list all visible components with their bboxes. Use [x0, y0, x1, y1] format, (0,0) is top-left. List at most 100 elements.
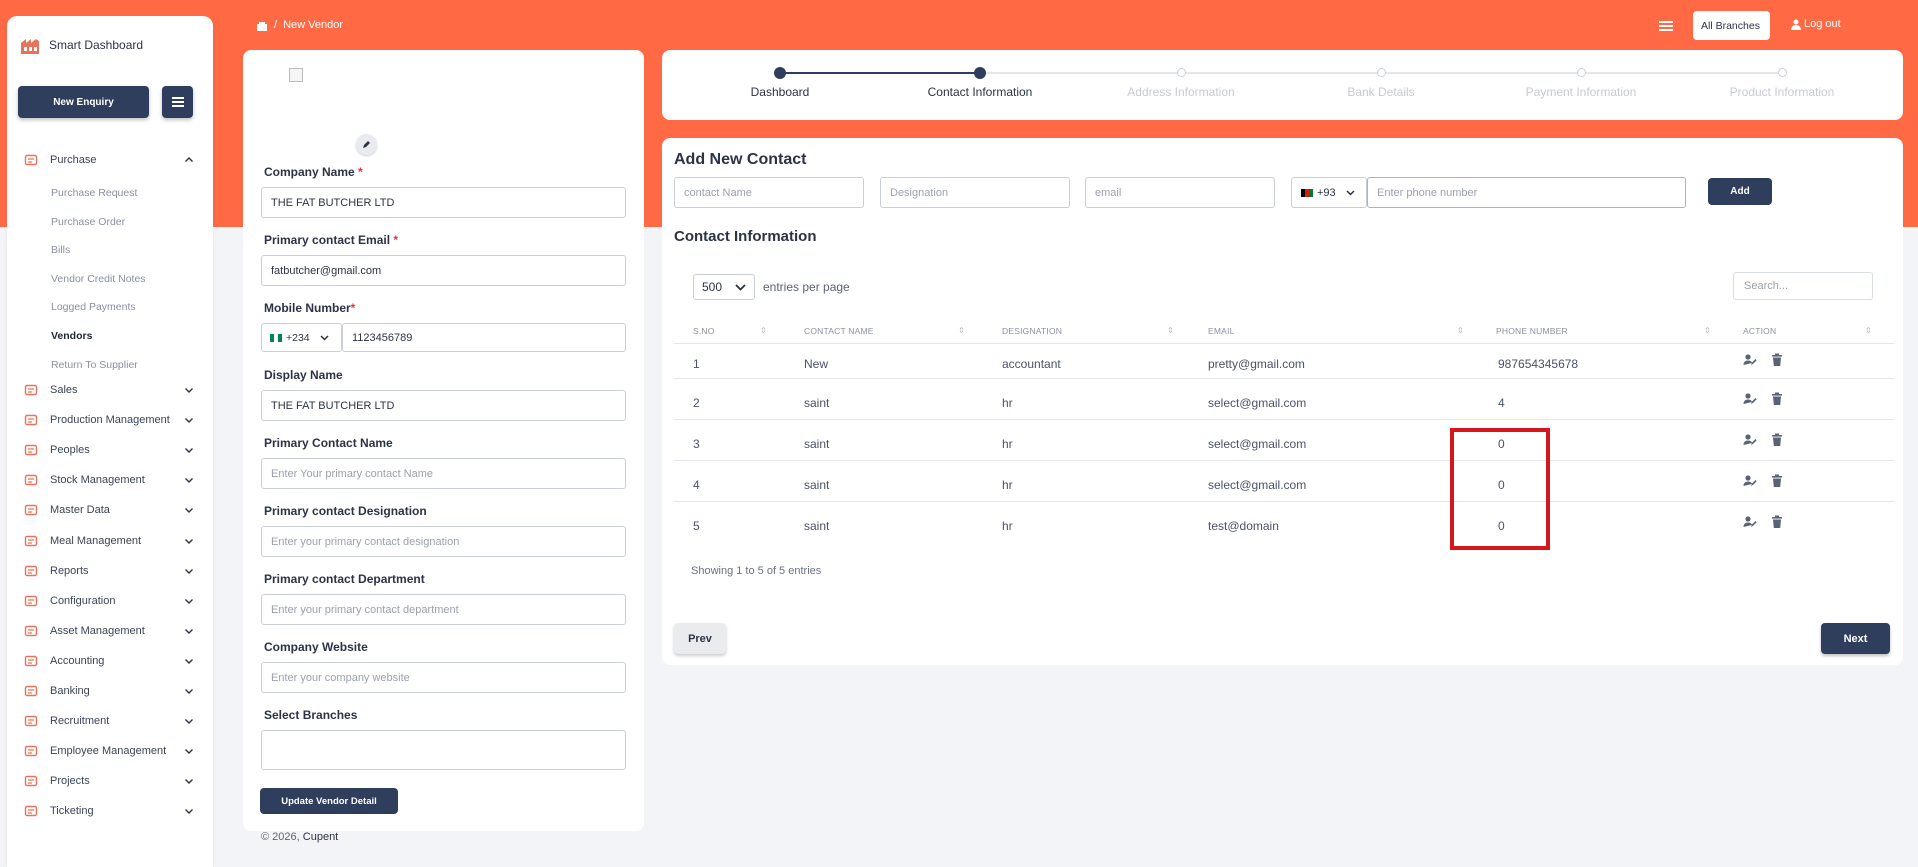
chevron-down-icon[interactable] — [184, 686, 194, 696]
company-link[interactable]: Cupent — [303, 831, 338, 843]
sidebar-subitem-logged-payments[interactable]: Logged Payments — [51, 301, 136, 313]
chevron-down-icon[interactable] — [184, 776, 194, 786]
edit-contact-icon[interactable] — [1743, 474, 1757, 488]
column-header-designation[interactable]: DESIGNATION — [1002, 326, 1062, 336]
column-header-s-no[interactable]: S.NO — [693, 326, 715, 336]
email-input[interactable]: fatbutcher@gmail.com — [261, 255, 626, 286]
update-vendor-button[interactable]: Update Vendor Detail — [260, 788, 398, 814]
chevron-down-icon[interactable] — [184, 626, 194, 636]
edit-contact-icon[interactable] — [1743, 515, 1757, 529]
website-input[interactable]: Enter your company website — [261, 662, 626, 693]
designation-input[interactable]: Enter your primary contact designation — [261, 526, 626, 557]
chevron-up-icon[interactable] — [184, 155, 194, 165]
trash-icon[interactable] — [1770, 392, 1784, 406]
chevron-down-icon[interactable] — [184, 566, 194, 576]
sidebar-item-asset-management[interactable]: Asset Management — [24, 621, 204, 641]
logout-link[interactable]: Log out — [1791, 18, 1841, 30]
trash-icon[interactable] — [1770, 433, 1784, 447]
column-header-phone-number[interactable]: PHONE NUMBER — [1496, 326, 1568, 336]
step-payment-information[interactable]: Payment Information — [1526, 85, 1637, 99]
sidebar-item-meal-management[interactable]: Meal Management — [24, 531, 204, 551]
sidebar-item-ticketing[interactable]: Ticketing — [24, 801, 204, 821]
contact-name-input[interactable]: Enter Your primary contact Name — [261, 458, 626, 489]
step-dot-payment-information[interactable] — [1577, 68, 1586, 77]
next-button[interactable]: Next — [1821, 623, 1890, 654]
step-contact-information[interactable]: Contact Information — [928, 85, 1033, 99]
per-page-select[interactable]: 500 — [693, 274, 755, 300]
step-dot-bank-details[interactable] — [1377, 68, 1386, 77]
email-field[interactable]: email — [1085, 177, 1275, 208]
sidebar-item-accounting[interactable]: Accounting — [24, 651, 204, 671]
step-dot-address-information[interactable] — [1177, 68, 1186, 77]
mobile-country-select[interactable]: +234 — [261, 323, 342, 352]
chevron-down-icon[interactable] — [184, 806, 194, 816]
company-name-input[interactable]: THE FAT BUTCHER LTD — [261, 187, 626, 218]
sidebar-subitem-return-to-supplier[interactable]: Return To Supplier — [51, 359, 138, 371]
sort-icon[interactable]: ⇕ — [1704, 326, 1711, 335]
chevron-down-icon[interactable] — [184, 716, 194, 726]
sidebar-item-reports[interactable]: Reports — [24, 561, 204, 581]
sidebar-item-projects[interactable]: Projects — [24, 771, 204, 791]
sidebar-item-purchase[interactable]: Purchase — [24, 150, 204, 170]
header-menu-icon[interactable] — [1659, 19, 1675, 33]
chevron-down-icon[interactable] — [184, 746, 194, 756]
prev-button[interactable]: Prev — [674, 623, 726, 654]
home-icon[interactable] — [256, 20, 268, 31]
new-enquiry-button[interactable]: New Enquiry — [18, 86, 149, 118]
step-dashboard[interactable]: Dashboard — [751, 85, 810, 99]
sidebar-subitem-vendors[interactable]: Vendors — [51, 330, 92, 342]
branches-select[interactable] — [261, 730, 626, 770]
sidebar-item-peoples[interactable]: Peoples — [24, 440, 204, 460]
phone-number-field[interactable]: Enter phone number — [1367, 177, 1686, 208]
mobile-input[interactable]: 1123456789 — [342, 323, 626, 352]
contact-name-field[interactable]: contact Name — [674, 177, 864, 208]
sidebar-item-master-data[interactable]: Master Data — [24, 500, 204, 520]
edit-contact-icon[interactable] — [1743, 392, 1757, 406]
sidebar-subitem-purchase-order[interactable]: Purchase Order — [51, 216, 125, 228]
sidebar-item-banking[interactable]: Banking — [24, 681, 204, 701]
column-header-email[interactable]: EMAIL — [1208, 326, 1235, 336]
chevron-down-icon[interactable] — [184, 656, 194, 666]
sort-icon[interactable]: ⇕ — [1167, 326, 1174, 335]
edit-contact-icon[interactable] — [1743, 353, 1757, 367]
sidebar-item-stock-management[interactable]: Stock Management — [24, 470, 204, 490]
column-header-action[interactable]: ACTION — [1743, 326, 1776, 336]
chevron-down-icon[interactable] — [184, 445, 194, 455]
chevron-down-icon[interactable] — [184, 475, 194, 485]
step-dot-dashboard[interactable] — [774, 67, 786, 79]
sidebar-item-employee-management[interactable]: Employee Management — [24, 741, 204, 761]
chevron-down-icon[interactable] — [184, 415, 194, 425]
edit-contact-icon[interactable] — [1743, 433, 1757, 447]
phone-country-select[interactable]: +93 — [1291, 177, 1367, 208]
column-header-contact-name[interactable]: CONTACT NAME — [804, 326, 874, 336]
step-dot-contact-information[interactable] — [974, 67, 986, 79]
menu-toggle-button[interactable] — [162, 86, 193, 118]
sort-icon[interactable]: ⇕ — [1865, 326, 1872, 335]
chevron-down-icon[interactable] — [184, 536, 194, 546]
sidebar-subitem-purchase-request[interactable]: Purchase Request — [51, 187, 137, 199]
sort-icon[interactable]: ⇕ — [760, 326, 767, 335]
table-search-input[interactable]: Search... — [1733, 272, 1873, 300]
branch-select[interactable]: All Branches — [1693, 11, 1770, 40]
step-dot-product-information[interactable] — [1778, 68, 1787, 77]
display-name-input[interactable]: THE FAT BUTCHER LTD — [261, 390, 626, 421]
add-contact-button[interactable]: Add — [1708, 178, 1772, 205]
chevron-down-icon[interactable] — [184, 505, 194, 515]
sidebar-item-recruitment[interactable]: Recruitment — [24, 711, 204, 731]
trash-icon[interactable] — [1770, 515, 1784, 529]
trash-icon[interactable] — [1770, 474, 1784, 488]
sort-icon[interactable]: ⇕ — [958, 326, 965, 335]
edit-logo-button[interactable] — [356, 134, 377, 155]
trash-icon[interactable] — [1770, 353, 1784, 367]
step-address-information[interactable]: Address Information — [1127, 85, 1234, 99]
brand[interactable]: Smart Dashboard — [19, 34, 143, 56]
chevron-down-icon[interactable] — [184, 385, 194, 395]
sidebar-subitem-vendor-credit-notes[interactable]: Vendor Credit Notes — [51, 273, 146, 285]
step-product-information[interactable]: Product Information — [1730, 85, 1835, 99]
sidebar-item-configuration[interactable]: Configuration — [24, 591, 204, 611]
step-bank-details[interactable]: Bank Details — [1347, 85, 1414, 99]
chevron-down-icon[interactable] — [184, 596, 194, 606]
sort-icon[interactable]: ⇕ — [1457, 326, 1464, 335]
sidebar-subitem-bills[interactable]: Bills — [51, 244, 70, 256]
sidebar-item-production-management[interactable]: Production Management — [24, 410, 204, 430]
